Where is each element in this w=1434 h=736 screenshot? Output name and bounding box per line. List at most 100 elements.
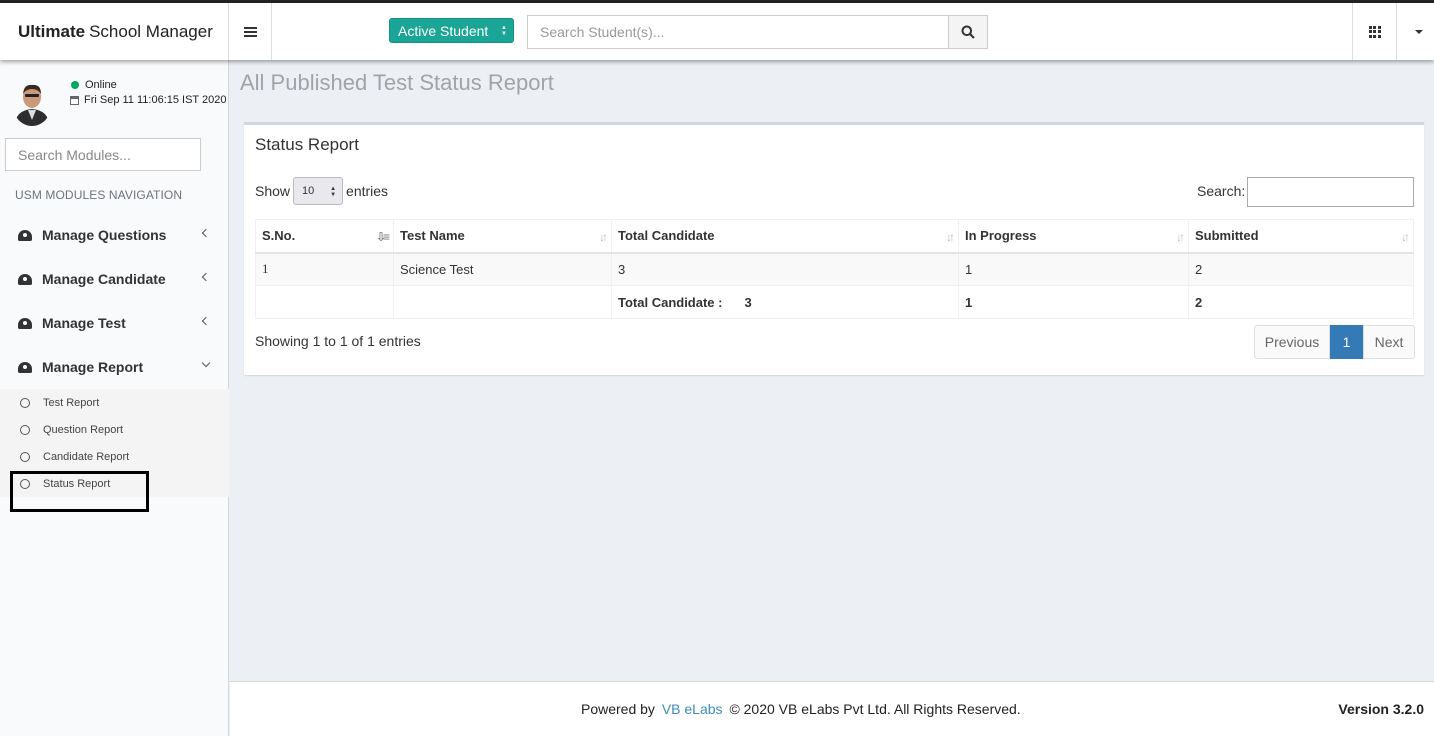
show-label: Show — [255, 183, 291, 199]
status-report-box: Status Report Show 10 ▲ ▼ entries Search:… — [244, 122, 1424, 375]
menu-manage-test[interactable]: Manage Test — [0, 301, 229, 345]
page-1-button[interactable]: 1 — [1330, 325, 1363, 359]
chevron-down-icon — [201, 358, 211, 368]
status-report-table: S.No. ⇩≡ Test Name ↓↑ Total Candidate ↓↑ In… — [255, 219, 1414, 319]
column-header-sno[interactable]: S.No. ⇩≡ — [255, 219, 394, 254]
totals-label: Total Candidate : — [618, 294, 723, 310]
grid-icon — [1368, 25, 1381, 38]
dashboard-icon — [18, 273, 32, 285]
student-search-button[interactable] — [948, 15, 988, 49]
sidebar: Online Fri Sep 11 11:06:15 IST 2020 Sear… — [0, 60, 229, 736]
student-status-value: Active Student — [398, 22, 489, 39]
app-logo[interactable]: Ultimate School Manager — [0, 3, 229, 60]
cell-empty — [255, 285, 394, 319]
dashboard-icon — [18, 229, 32, 241]
chevron-left-icon — [201, 316, 211, 326]
dashboard-icon — [18, 361, 32, 373]
menu-label: Manage Candidate — [42, 271, 166, 287]
student-status-select[interactable]: Active Student ▲ ▼ — [389, 18, 514, 43]
menu-manage-candidate[interactable]: Manage Candidate — [0, 257, 229, 301]
submenu-question-report[interactable]: Question Report — [20, 420, 123, 440]
version-label: Version 3.2.0 — [1338, 701, 1424, 717]
menu-manage-report[interactable]: Manage Report — [0, 345, 229, 389]
submenu-test-report[interactable]: Test Report — [20, 393, 99, 413]
column-label: Total Candidate — [618, 228, 715, 244]
hamburger-icon — [243, 26, 257, 37]
datetime-label: Fri Sep 11 11:06:15 IST 2020 — [84, 94, 227, 106]
page-length-control: Show 10 ▲ ▼ entries — [255, 177, 388, 205]
page-length-select[interactable]: 10 ▲ ▼ — [293, 177, 344, 205]
module-search-input[interactable]: Search Modules... — [5, 138, 201, 171]
column-label: S.No. — [262, 228, 296, 244]
sidebar-toggle-button[interactable] — [229, 3, 272, 60]
next-page-button[interactable]: Next — [1363, 325, 1415, 359]
caret-down-icon — [1414, 29, 1423, 34]
column-header-test-name[interactable]: Test Name ↓↑ — [393, 219, 612, 254]
powered-by-label: Powered by — [581, 701, 655, 717]
table-search-label: Search: — [1197, 183, 1246, 199]
totals-total: 3 — [744, 294, 752, 310]
column-header-total-candidate[interactable]: Total Candidate ↓↑ — [611, 219, 959, 254]
cell-submitted: 2 — [1188, 252, 1414, 286]
circle-icon — [20, 425, 30, 435]
column-header-submitted[interactable]: Submitted ↓↑ — [1188, 219, 1414, 254]
online-dot-icon — [71, 81, 79, 89]
search-icon — [961, 25, 975, 39]
chevron-left-icon — [201, 228, 211, 238]
pagination: Previous 1 Next — [1254, 325, 1415, 359]
totals-row: Total Candidate : 3 1 2 — [255, 285, 1414, 319]
sort-icon: ↓↑ — [599, 230, 608, 244]
copyright-text: © 2020 VB eLabs Pvt Ltd. All Rights Rese… — [729, 701, 1021, 717]
cell-sno: 1 — [255, 252, 394, 286]
cell-empty — [393, 285, 612, 319]
apps-menu-button[interactable] — [1352, 3, 1397, 60]
chevron-left-icon — [201, 272, 211, 282]
top-navbar: Ultimate School Manager Active Student ▲… — [0, 0, 1434, 60]
table-row: 1 Science Test 3 1 2 — [255, 252, 1414, 286]
highlight-box — [10, 471, 149, 512]
column-header-in-progress[interactable]: In Progress ↓↑ — [958, 219, 1189, 254]
nav-header: USM MODULES NAVIGATION — [15, 188, 183, 202]
sort-icon: ↓↑ — [946, 230, 955, 244]
column-label: Test Name — [400, 228, 465, 244]
box-title: Status Report — [255, 135, 359, 154]
calendar-icon — [70, 95, 79, 105]
cell-totals-in-progress: 1 — [958, 285, 1189, 319]
previous-page-button[interactable]: Previous — [1254, 325, 1330, 359]
sort-icon: ↓↑ — [1401, 230, 1410, 244]
company-link[interactable]: VB eLabs — [662, 701, 723, 717]
cell-in-progress: 1 — [958, 252, 1189, 286]
module-search-placeholder: Search Modules... — [18, 146, 131, 163]
brand-rest: School Manager — [89, 21, 213, 41]
menu-manage-questions[interactable]: Manage Questions — [0, 213, 229, 257]
menu-label: Manage Test — [42, 315, 126, 331]
footer: Powered by VB eLabs © 2020 VB eLabs Pvt … — [230, 681, 1434, 736]
submenu-candidate-report[interactable]: Candidate Report — [20, 447, 129, 467]
online-status: Online — [71, 79, 117, 91]
brand-bold: Ultimate — [18, 21, 86, 41]
page-length-value: 10 — [302, 185, 315, 197]
submenu-label: Test Report — [43, 397, 100, 409]
menu-label: Manage Questions — [42, 227, 167, 243]
cell-totals-label: Total Candidate : 3 — [611, 285, 959, 319]
student-search-input[interactable]: Search Student(s)... — [527, 15, 949, 49]
avatar — [12, 80, 52, 126]
table-header-row: S.No. ⇩≡ Test Name ↓↑ Total Candidate ↓↑ In… — [255, 219, 1414, 254]
select-arrows-icon: ▲ ▼ — [330, 186, 337, 198]
cell-totals-submitted: 2 — [1188, 285, 1414, 319]
cell-total: 3 — [611, 252, 959, 286]
online-status-label: Online — [85, 79, 117, 91]
menu-label: Manage Report — [42, 359, 144, 375]
sort-asc-icon: ⇩≡ — [375, 230, 390, 244]
user-dropdown-button[interactable] — [1397, 3, 1434, 60]
submenu-label: Question Report — [43, 424, 124, 436]
submenu-label: Candidate Report — [43, 451, 130, 463]
user-panel: Online Fri Sep 11 11:06:15 IST 2020 — [0, 60, 229, 132]
current-datetime: Fri Sep 11 11:06:15 IST 2020 — [70, 94, 226, 106]
cell-test-name: Science Test — [393, 252, 612, 286]
circle-icon — [20, 452, 30, 462]
circle-icon — [20, 398, 30, 408]
dashboard-icon — [18, 317, 32, 329]
table-search-input[interactable] — [1247, 177, 1414, 207]
student-search-placeholder: Search Student(s)... — [540, 24, 665, 40]
